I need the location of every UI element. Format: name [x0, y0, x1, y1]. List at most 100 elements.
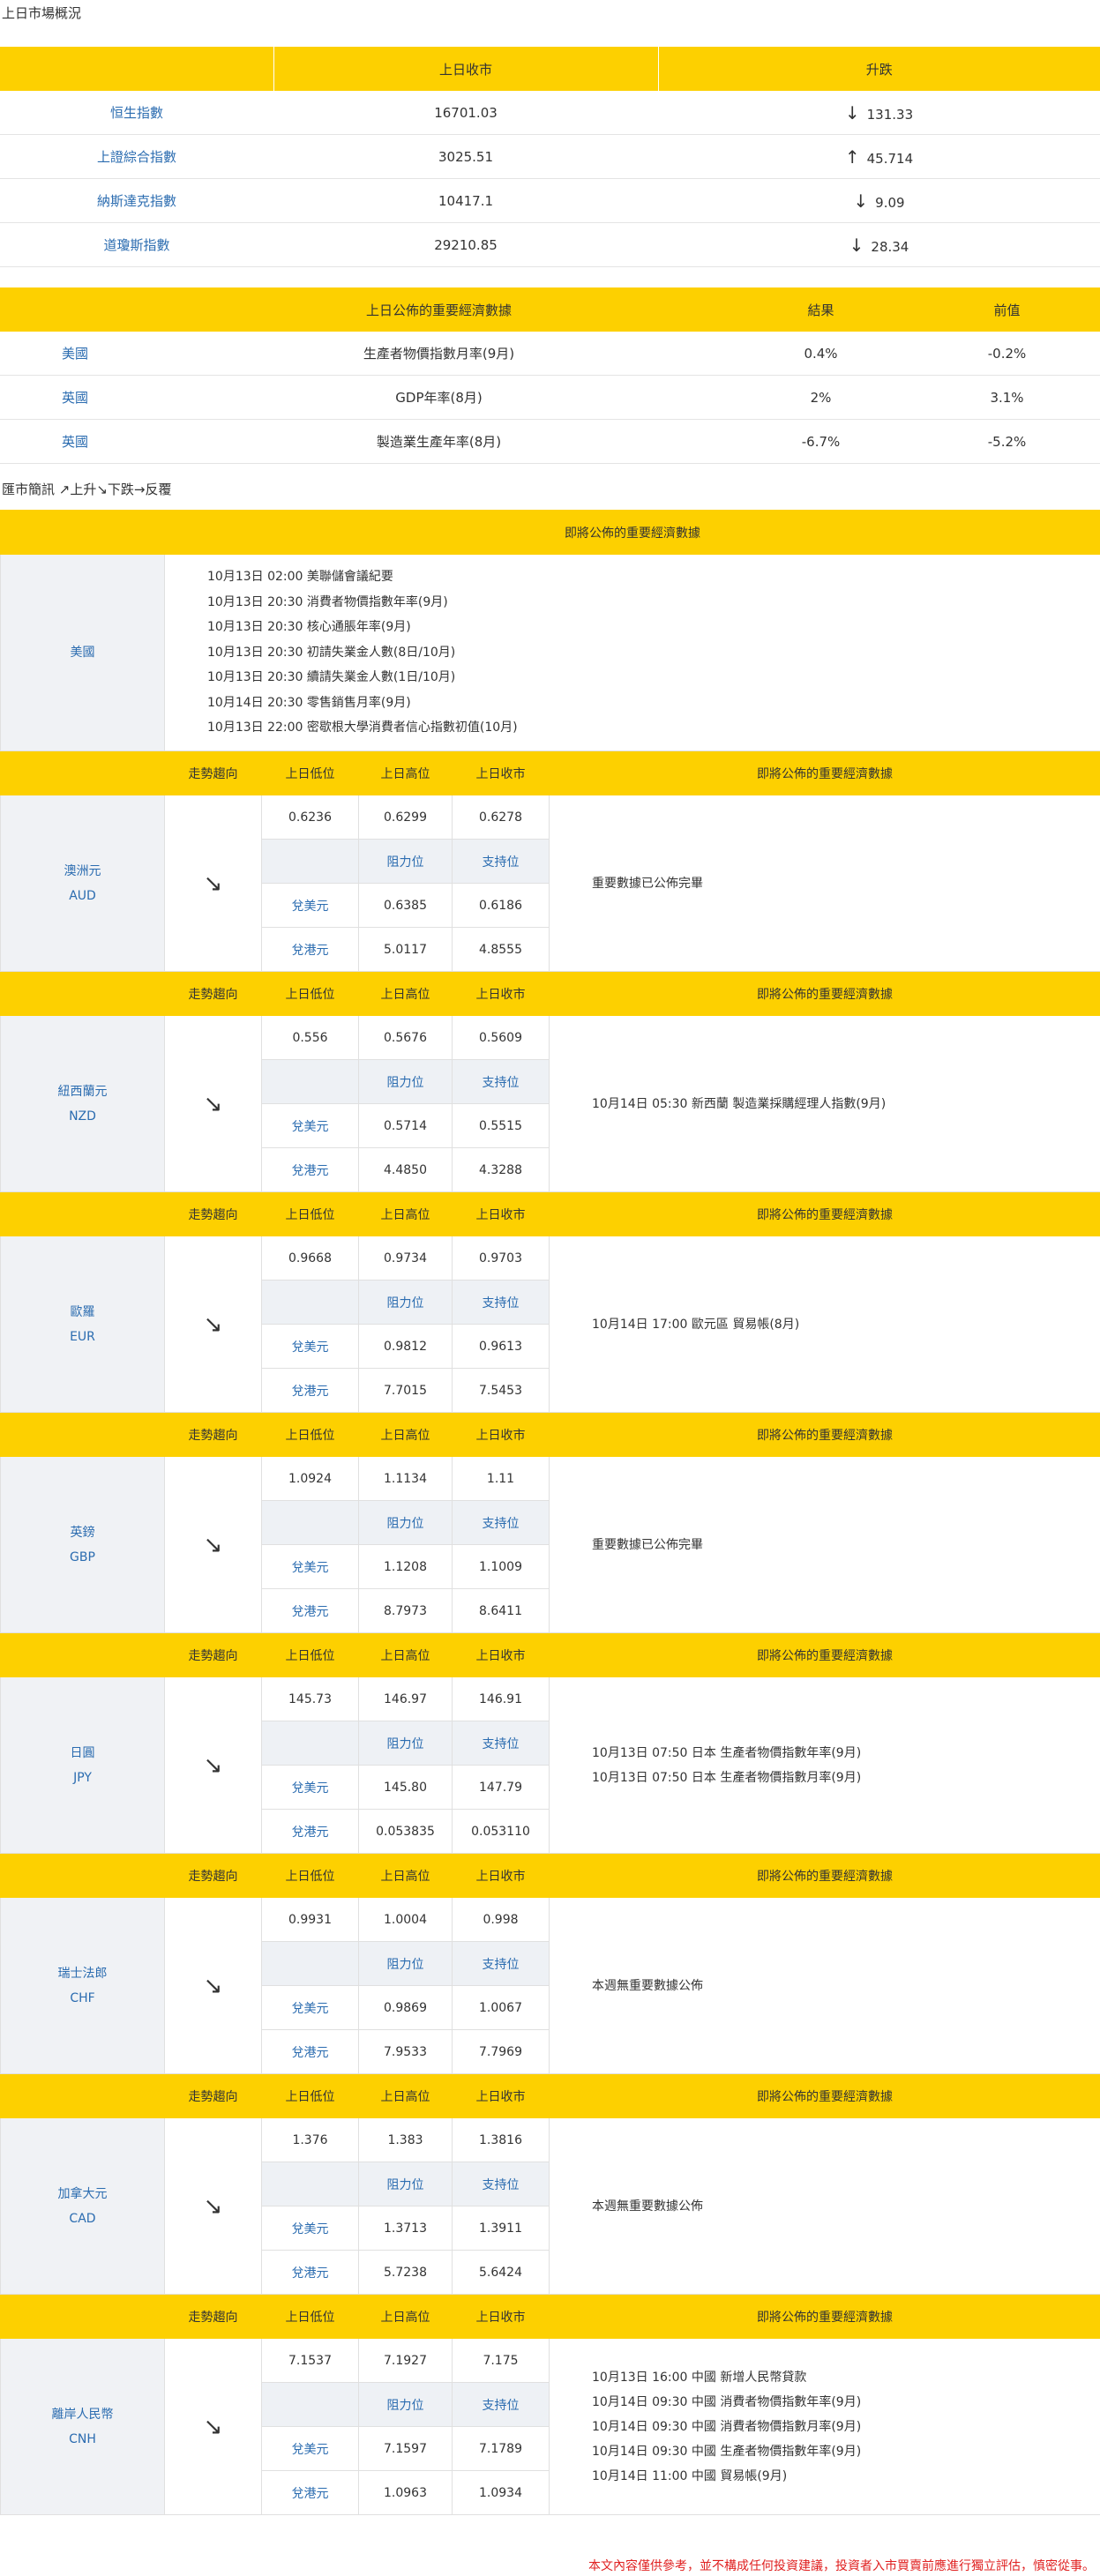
- hkd-support: 1.0934: [452, 2470, 550, 2515]
- hkd-support: 7.7969: [452, 2029, 550, 2074]
- currency-name: 日圓: [70, 1745, 95, 1760]
- upcoming-event-item: 10月13日 16:00 中國 新增人民幣貸款: [592, 2370, 807, 2385]
- fx-header-close: 上日收市: [452, 971, 550, 1016]
- trend-down-icon: ↘: [164, 1236, 262, 1413]
- fx-header-low: 上日低位: [261, 2073, 359, 2118]
- vs-hkd-label: 兌港元: [261, 927, 359, 972]
- econ-header-item: 上日公佈的重要經濟數據: [150, 287, 728, 332]
- market-row: 納斯達克指數 10417.1 ↓ 9.09: [0, 178, 1100, 223]
- market-change: ↑ 45.714: [658, 134, 1100, 179]
- vs-usd-label: 兌美元: [261, 883, 359, 928]
- prev-low: 145.73: [261, 1676, 359, 1721]
- market-header-row: 上日收市 升跌: [0, 47, 1100, 91]
- fx-currency-row: 紐西蘭元 NZD ↘ 0.556 0.5676 0.5609 10月14日 05:30 新西…: [0, 1015, 1100, 1192]
- support-label: 支持位: [452, 839, 550, 884]
- fx-currency-row: 日圓 JPY ↘ 145.73 146.97 146.91 10月13日 07:50 日本 …: [0, 1676, 1100, 1854]
- resistance-label: 阻力位: [358, 1059, 453, 1104]
- usd-resistance: 1.3713: [358, 2206, 453, 2251]
- usd-resistance: 0.6385: [358, 883, 453, 928]
- market-header-blank: [0, 47, 274, 91]
- market-header-change: 升跌: [658, 47, 1100, 91]
- resistance-label: 阻力位: [358, 1941, 453, 1986]
- fx-header-low: 上日低位: [261, 1412, 359, 1457]
- fx-currency-header-row: 走勢趨向 上日低位 上日高位 上日收市 即將公佈的重要經濟數據: [0, 750, 1100, 795]
- fx-currency-name: 英鎊 GBP: [0, 1456, 165, 1633]
- market-row: 上證綜合指數 3025.51 ↑ 45.714: [0, 134, 1100, 179]
- trend-down-icon: ↘: [164, 795, 262, 972]
- fx-header-upcoming: 即將公佈的重要經濟數據: [549, 2073, 1100, 2118]
- fx-header-low: 上日低位: [261, 750, 359, 795]
- trend-down-icon: ↘: [164, 2117, 262, 2295]
- disclaimer: 本文內容僅供參考，並不構成任何投資建議，投資者入市買賣前應進行獨立評估，慎密從事…: [588, 2559, 1095, 2573]
- fx-currency-row: 澳洲元 AUD ↘ 0.6236 0.6299 0.6278 重要數據已公佈完畢: [0, 795, 1100, 972]
- usd-support: 1.1009: [452, 1544, 550, 1589]
- fx-us-row: 美國 10月13日 02:00 美聯儲會議紀要 10月13日 20:30 消費者物…: [0, 554, 1100, 751]
- fx-us-header-row: 即將公佈的重要經濟數據: [0, 510, 1100, 555]
- market-section-title: 上日市場概況: [2, 5, 82, 21]
- market-change-value: 28.34: [871, 238, 909, 255]
- us-event-item: 10月13日 02:00 美聯儲會議紀要: [207, 570, 393, 585]
- upcoming-events: 重要數據已公佈完畢: [549, 795, 1100, 972]
- prev-close: 7.175: [452, 2338, 550, 2383]
- level-header-blank: [261, 1059, 359, 1104]
- fx-header-close: 上日收市: [452, 1191, 550, 1236]
- prev-low: 1.0924: [261, 1456, 359, 1501]
- fx-header-upcoming: 即將公佈的重要經濟數據: [549, 750, 1100, 795]
- prev-low: 0.556: [261, 1015, 359, 1060]
- fx-header-high: 上日高位: [358, 1191, 453, 1236]
- fx-header-high: 上日高位: [358, 971, 453, 1016]
- upcoming-event-item: 10月14日 09:30 中國 生產者物價指數年率(9月): [592, 2444, 862, 2459]
- fx-header-trend: 走勢趨向: [164, 2073, 262, 2118]
- hkd-resistance: 7.7015: [358, 1368, 453, 1413]
- fx-header-trend: 走勢趨向: [164, 1412, 262, 1457]
- econ-item: GDP年率(8月): [150, 375, 728, 420]
- fx-header-blank: [0, 2073, 165, 2118]
- fx-currency-header-row: 走勢趨向 上日低位 上日高位 上日收市 即將公佈的重要經濟數據: [0, 1412, 1100, 1457]
- market-change: ↓ 9.09: [658, 178, 1100, 223]
- prev-high: 7.1927: [358, 2338, 453, 2383]
- currency-code: GBP: [70, 1549, 95, 1564]
- fx-header-low: 上日低位: [261, 1632, 359, 1677]
- resistance-label: 阻力位: [358, 1280, 453, 1325]
- upcoming-events: 10月14日 05:30 新西蘭 製造業採購經理人指數(9月): [549, 1015, 1100, 1192]
- up-arrow-icon: ↑: [844, 146, 860, 168]
- trend-down-icon: ↘: [164, 1676, 262, 1854]
- level-header-blank: [261, 1500, 359, 1545]
- fx-header-high: 上日高位: [358, 2073, 453, 2118]
- econ-header-row: 上日公佈的重要經濟數據 結果 前值: [0, 287, 1100, 332]
- prev-high: 0.5676: [358, 1015, 453, 1060]
- prev-low: 0.6236: [261, 795, 359, 840]
- vs-hkd-label: 兌港元: [261, 2470, 359, 2515]
- fx-header-high: 上日高位: [358, 750, 453, 795]
- upcoming-event-item: 10月14日 11:00 中國 貿易帳(9月): [592, 2468, 788, 2483]
- hkd-support: 0.053110: [452, 1809, 550, 1854]
- fx-table: 即將公佈的重要經濟數據 美國 10月13日 02:00 美聯儲會議紀要 10月13…: [0, 510, 1100, 2515]
- fx-currency-name: 歐羅 EUR: [0, 1236, 165, 1413]
- fx-currency-row: 加拿大元 CAD ↘ 1.376 1.383 1.3816 本週無重要數據公佈: [0, 2117, 1100, 2295]
- prev-high: 0.9734: [358, 1236, 453, 1281]
- usd-resistance: 1.1208: [358, 1544, 453, 1589]
- upcoming-event-item: 重要數據已公佈完畢: [592, 876, 703, 891]
- fx-currency-name: 日圓 JPY: [0, 1676, 165, 1854]
- fx-header-upcoming: 即將公佈的重要經濟數據: [549, 2294, 1100, 2339]
- usd-support: 7.1789: [452, 2426, 550, 2471]
- upcoming-event-item: 10月14日 09:30 中國 消費者物價指數年率(9月): [592, 2394, 862, 2409]
- fx-header-upcoming: 即將公佈的重要經濟數據: [549, 1853, 1100, 1898]
- trend-down-icon: ↘: [164, 1456, 262, 1633]
- support-label: 支持位: [452, 2382, 550, 2427]
- usd-support: 147.79: [452, 1765, 550, 1810]
- currency-name: 澳洲元: [64, 863, 101, 878]
- market-change-value: 45.714: [866, 150, 914, 167]
- support-label: 支持位: [452, 2162, 550, 2206]
- prev-high: 0.6299: [358, 795, 453, 840]
- econ-header-result: 結果: [728, 287, 914, 332]
- market-table: 上日收市 升跌 恒生指數 16701.03 ↓ 131.33 上證綜合指數 3025.51…: [0, 47, 1100, 267]
- support-label: 支持位: [452, 1941, 550, 1986]
- resistance-label: 阻力位: [358, 2382, 453, 2427]
- fx-currency-header-row: 走勢趨向 上日低位 上日高位 上日收市 即將公佈的重要經濟數據: [0, 1853, 1100, 1898]
- resistance-label: 阻力位: [358, 1721, 453, 1766]
- usd-resistance: 0.9869: [358, 1985, 453, 2030]
- econ-row: 英國 GDP年率(8月) 2% 3.1%: [0, 375, 1100, 420]
- fx-currency-row: 歐羅 EUR ↘ 0.9668 0.9734 0.9703 10月14日 17:00 歐元區…: [0, 1236, 1100, 1413]
- currency-code: AUD: [69, 888, 96, 903]
